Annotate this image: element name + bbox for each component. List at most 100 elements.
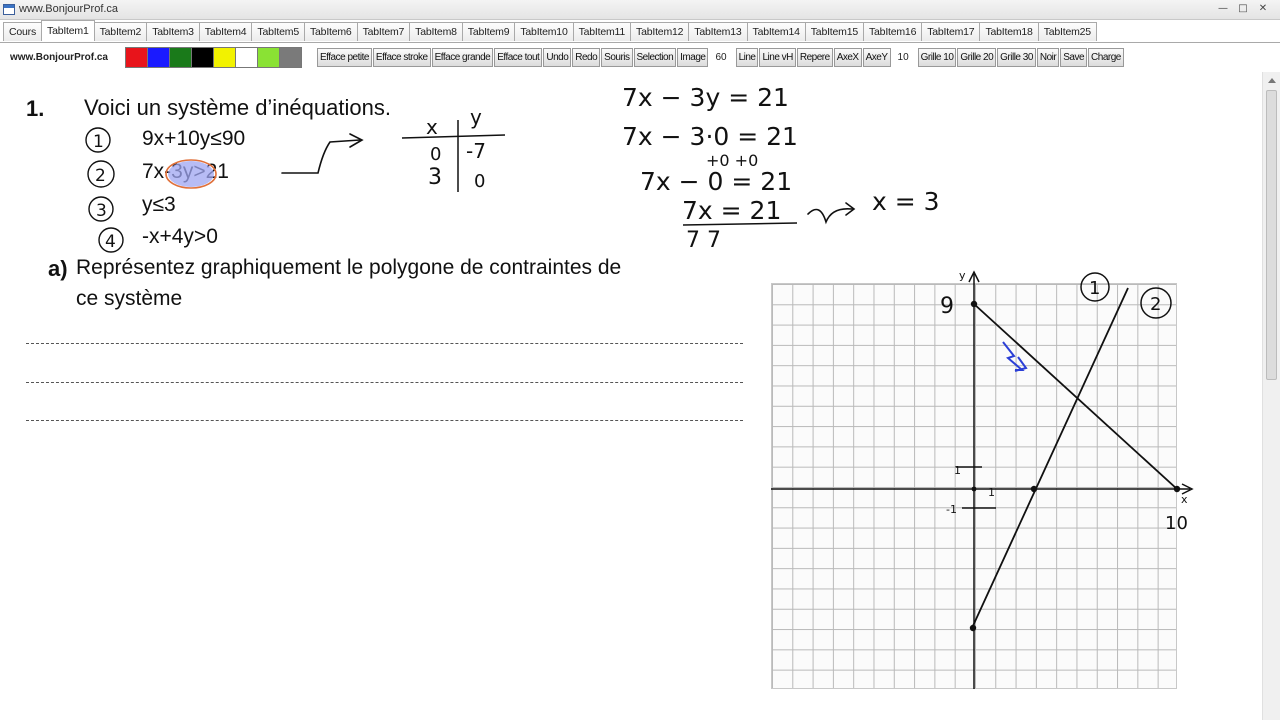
tool-buttons: Efface petite Efface stroke Efface grande E…: [317, 48, 1125, 67]
circled-label-1: 1: [93, 132, 104, 152]
table-header-x: x: [426, 115, 438, 139]
tab-tabitem10[interactable]: TabItem10: [514, 22, 574, 41]
color-swatch-5[interactable]: [213, 47, 236, 68]
work-line-6: 7 7: [686, 228, 721, 253]
tab-tabitem18[interactable]: TabItem18: [979, 22, 1039, 41]
tab-tabitem1[interactable]: TabItem1: [41, 20, 95, 41]
color-palette: [125, 47, 302, 68]
tab-tabitem5[interactable]: TabItem5: [251, 22, 305, 41]
tab-tabitem9[interactable]: TabItem9: [461, 22, 516, 41]
charge-button[interactable]: Charge: [1088, 48, 1124, 67]
close-icon[interactable]: ✕: [1254, 2, 1272, 17]
maximize-icon[interactable]: □: [1234, 2, 1252, 17]
color-swatch-6[interactable]: [235, 47, 258, 68]
y-axis-label: y: [959, 269, 966, 282]
grille-10-button[interactable]: Grille 10: [917, 48, 957, 67]
tab-tabitem12[interactable]: TabItem12: [630, 22, 690, 41]
efface-grande-button[interactable]: Efface grande: [431, 48, 494, 67]
souris-button[interactable]: Souris: [601, 48, 633, 67]
line-vh-button[interactable]: Line vH: [759, 48, 796, 67]
scroll-thumb[interactable]: [1266, 90, 1277, 380]
line-2-label: 2: [1150, 294, 1161, 315]
work-line-2: 7x − 3·0 = 21: [622, 122, 798, 151]
tab-tabitem4[interactable]: TabItem4: [198, 22, 253, 41]
tab-cours[interactable]: Cours: [3, 22, 43, 41]
tab-tabitem17[interactable]: TabItem17: [921, 22, 981, 41]
shading-arrow-head: [1014, 356, 1028, 372]
line-1-plot: [973, 303, 1178, 490]
image-size-field[interactable]: 60: [709, 49, 735, 66]
tab-tabitem8[interactable]: TabItem8: [409, 22, 463, 41]
table-header-y: y: [470, 105, 482, 129]
title-bar: www.BonjourProf.ca — □ ✕: [0, 0, 1280, 20]
window-title: www.BonjourProf.ca: [19, 3, 119, 15]
handwriting-layer: 1 2 3 4 x y 0 -7 3 0 7x − 3y = 21 7x − 3…: [85, 83, 1194, 689]
table-cell-0-x: 0: [430, 144, 441, 165]
axis-scale-field[interactable]: 10: [892, 49, 918, 66]
work-line-5: 7x = 21: [682, 196, 781, 225]
axex-button[interactable]: AxeX: [833, 48, 862, 67]
tab-tabitem7[interactable]: TabItem7: [356, 22, 411, 41]
highlight-mark: [168, 161, 214, 187]
point-line2-x: [1030, 485, 1038, 493]
tab-strip: Cours TabItem1 TabItem2 TabItem3 TabItem4 Tab…: [3, 20, 1097, 42]
window-controls: — □ ✕: [1214, 2, 1272, 17]
y-intercept-label: 9: [940, 294, 954, 319]
redo-button[interactable]: Redo: [572, 48, 601, 67]
x-intercept-label: 10: [1165, 513, 1188, 534]
minimize-icon[interactable]: —: [1214, 2, 1232, 17]
tab-tabitem6[interactable]: TabItem6: [303, 22, 358, 41]
tab-tabitem2[interactable]: TabItem2: [93, 22, 148, 41]
efface-petite-button[interactable]: Efface petite: [317, 48, 372, 67]
tab-divider: [0, 42, 1280, 43]
color-swatch-1[interactable]: [125, 47, 148, 68]
point-line2-y: [969, 624, 977, 632]
unit-y-label: 1: [954, 464, 961, 477]
line-button[interactable]: Line: [735, 48, 759, 67]
tab-tabitem3[interactable]: TabItem3: [146, 22, 200, 41]
color-swatch-8[interactable]: [279, 47, 302, 68]
grille-20-button[interactable]: Grille 20: [957, 48, 997, 67]
color-swatch-7[interactable]: [257, 47, 280, 68]
tab-tabitem13[interactable]: TabItem13: [688, 22, 748, 41]
efface-tout-button[interactable]: Efface tout: [494, 48, 543, 67]
table-cell-1-y: 0: [474, 171, 485, 192]
work-line-1: 7x − 3y = 21: [622, 83, 789, 112]
color-swatch-2[interactable]: [147, 47, 170, 68]
site-label: www.BonjourProf.ca: [10, 52, 108, 63]
color-swatch-4[interactable]: [191, 47, 214, 68]
scroll-up-icon[interactable]: [1268, 78, 1276, 83]
work-line-4: 7x − 0 = 21: [640, 167, 792, 196]
save-button[interactable]: Save: [1060, 48, 1088, 67]
table-cell-0-y: -7: [466, 139, 486, 163]
arrow-mark: [281, 139, 361, 174]
grille-30-button[interactable]: Grille 30: [997, 48, 1036, 67]
toolbar: www.BonjourProf.ca Efface petite Efface s…: [0, 46, 1280, 70]
noir-button[interactable]: Noir: [1036, 48, 1060, 67]
table-hline: [401, 134, 506, 139]
tab-tabitem14[interactable]: TabItem14: [746, 22, 806, 41]
vertical-scrollbar[interactable]: [1262, 72, 1280, 720]
efface-stroke-button[interactable]: Efface stroke: [372, 48, 431, 67]
point-y-intercept: [970, 300, 978, 308]
canvas-area[interactable]: 1. Voici un système d’inéquations. 9x+10…: [0, 72, 1262, 720]
selection-button[interactable]: Selection: [633, 48, 677, 67]
circled-label-3: 3: [96, 201, 107, 221]
circled-label-2: 2: [95, 166, 106, 186]
image-button[interactable]: Image: [677, 48, 709, 67]
point-x-intercept: [1173, 485, 1181, 493]
tab-tabitem11[interactable]: TabItem11: [572, 22, 632, 41]
work-line-7: x = 3: [872, 187, 940, 216]
point-origin: [971, 486, 977, 492]
undo-button[interactable]: Undo: [543, 48, 572, 67]
tab-tabitem16[interactable]: TabItem16: [862, 22, 923, 41]
tab-tabitem25[interactable]: TabItem25: [1037, 22, 1097, 41]
color-swatch-3[interactable]: [169, 47, 192, 68]
line-1-label: 1: [1089, 278, 1100, 299]
table-cell-1-x: 3: [428, 165, 442, 190]
app-icon: [3, 4, 15, 15]
axey-button[interactable]: AxeY: [862, 48, 891, 67]
repere-button[interactable]: Repere: [796, 48, 833, 67]
unit-x-label: 1: [988, 486, 995, 499]
tab-tabitem15[interactable]: TabItem15: [804, 22, 864, 41]
